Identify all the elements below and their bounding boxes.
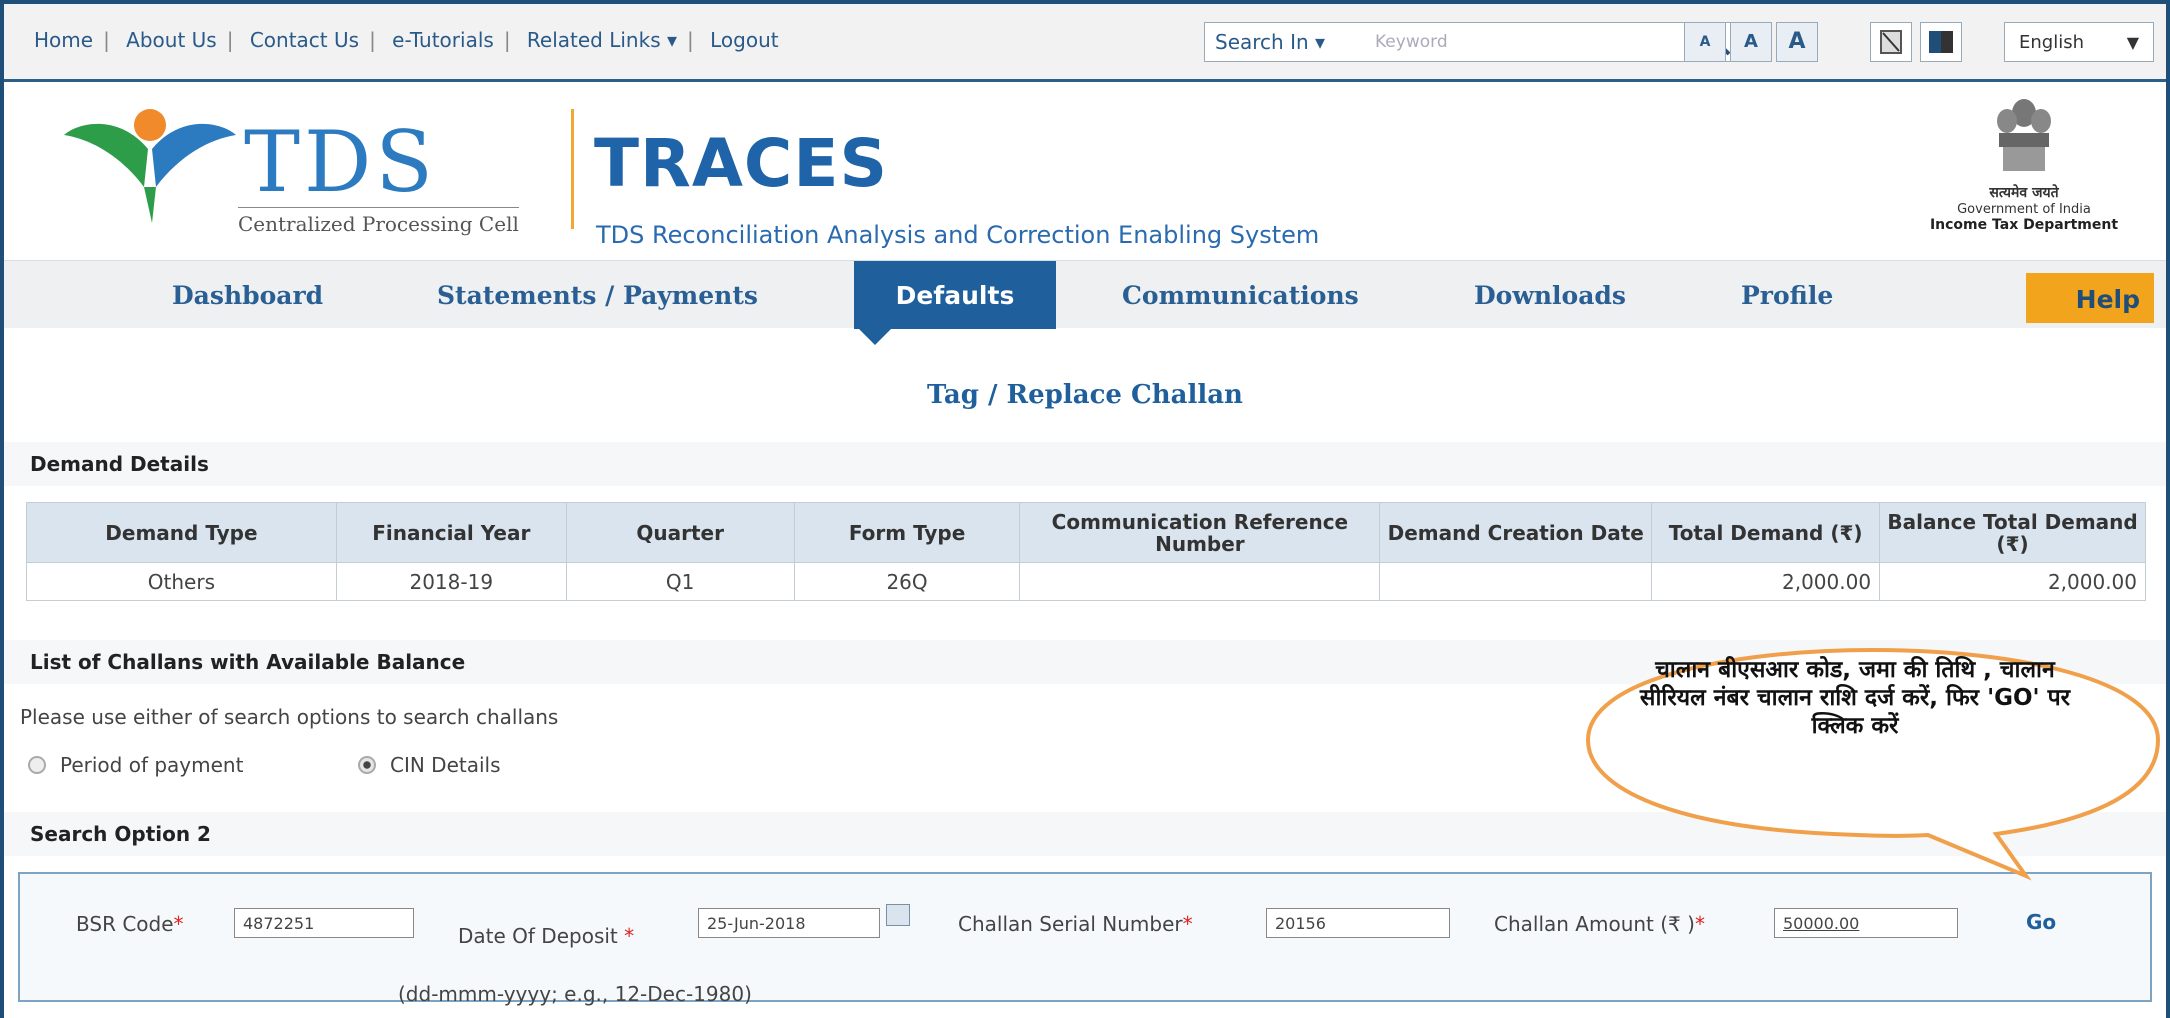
search-input[interactable]: Keyword <box>1375 32 1448 52</box>
cell-form-type: 26Q <box>793 562 1021 601</box>
demand-details-heading: Demand Details <box>4 442 2166 486</box>
challan-serial-input[interactable]: 20156 <box>1266 908 1450 938</box>
search-hint: Please use either of search options to s… <box>20 705 559 729</box>
brand-header: TDS Centralized Processing Cell TRACES T… <box>4 85 2166 260</box>
table-row: Others 2018-19 Q1 26Q 2,000.00 2,000.00 <box>26 562 2146 601</box>
bsr-code-input[interactable]: 4872251 <box>234 908 414 938</box>
cell-demand-creation-date <box>1379 562 1653 601</box>
govt-emblem: सत्यमेव जयते Government of India Income … <box>1904 95 2144 233</box>
font-large-button[interactable]: A <box>1776 22 1818 62</box>
nav-profile[interactable]: Profile <box>1741 281 1833 310</box>
radio-period-label: Period of payment <box>60 753 244 777</box>
language-select[interactable]: English ▼ <box>2004 22 2154 62</box>
radio-cin-details[interactable]: CIN Details <box>358 753 501 777</box>
callout-text: चालान बीएसआर कोड, जमा की तिथि , चालान सी… <box>1639 657 2071 740</box>
radio-unselected-icon[interactable] <box>28 756 46 774</box>
challan-amount-input[interactable]: 50000.00 <box>1774 908 1958 938</box>
brand-divider <box>571 109 574 229</box>
font-small-button[interactable]: A <box>1684 22 1726 62</box>
nav-dashboard[interactable]: Dashboard <box>172 281 323 310</box>
nav-downloads[interactable]: Downloads <box>1474 281 1626 310</box>
radio-cin-label: CIN Details <box>390 753 501 777</box>
tds-wordmark: TDS <box>244 113 437 211</box>
col-financial-year: Financial Year <box>335 502 567 563</box>
table-header-row: Demand Type Financial Year Quarter Form … <box>26 502 2146 563</box>
main-nav: Dashboard Statements / Payments Defaults… <box>4 260 2166 345</box>
tds-logo-icon <box>64 109 236 223</box>
col-quarter: Quarter <box>565 502 795 563</box>
nav-defaults[interactable]: Defaults <box>854 261 1056 329</box>
cell-financial-year: 2018-19 <box>335 562 567 601</box>
traces-title: TRACES <box>594 125 888 202</box>
contrast-icon[interactable] <box>1870 22 1912 62</box>
go-button[interactable]: Go <box>2026 910 2056 934</box>
ashoka-emblem-icon <box>1997 99 2051 171</box>
font-medium-button[interactable]: A <box>1730 22 1772 62</box>
related-links-menu[interactable]: Related Links ▾ <box>527 28 677 52</box>
nav-communications[interactable]: Communications <box>1122 281 1359 310</box>
about-us-link[interactable]: About Us <box>126 28 217 52</box>
col-demand-type: Demand Type <box>26 502 337 563</box>
date-of-deposit-label: Date Of Deposit * <box>458 924 635 948</box>
logout-link[interactable]: Logout <box>710 28 778 52</box>
nav-help[interactable]: Help <box>2026 273 2154 323</box>
col-form-type: Form Type <box>793 502 1021 563</box>
radio-selected-icon[interactable] <box>358 756 376 774</box>
cell-total-demand: 2,000.00 <box>1651 562 1881 601</box>
top-links-bar: Home | About Us | Contact Us | e-Tutorials |… <box>4 4 2166 82</box>
col-demand-creation-date: Demand Creation Date <box>1379 502 1653 563</box>
traces-subtitle: TDS Reconciliation Analysis and Correcti… <box>596 221 1320 249</box>
col-total-demand: Total Demand (₹) <box>1651 502 1881 563</box>
date-of-deposit-input[interactable]: 25-Jun-2018 <box>698 908 880 938</box>
challan-serial-label: Challan Serial Number* <box>958 912 1193 936</box>
cell-demand-type: Others <box>26 562 337 601</box>
nav-active-indicator <box>859 329 891 345</box>
top-links: Home | About Us | Contact Us | e-Tutorials |… <box>34 28 779 52</box>
radio-period-of-payment[interactable]: Period of payment <box>28 753 243 777</box>
search-box: Search In ▾ Keyword <box>1204 22 1744 62</box>
home-link[interactable]: Home <box>34 28 93 52</box>
bsr-code-label: BSR Code* <box>76 912 184 936</box>
nav-statements-payments[interactable]: Statements / Payments <box>437 281 758 310</box>
challan-amount-label: Challan Amount (₹ )* <box>1494 912 1705 936</box>
theme-icon[interactable] <box>1920 22 1962 62</box>
emblem-motto: सत्यमेव जयते <box>1989 185 2059 201</box>
income-tax-dept-label: Income Tax Department <box>1929 217 2119 233</box>
cell-balance-total-demand: 2,000.00 <box>1879 562 2146 601</box>
search-in-dropdown[interactable]: Search In ▾ <box>1215 30 1325 54</box>
calendar-icon[interactable] <box>886 904 910 926</box>
cell-quarter: Q1 <box>565 562 795 601</box>
cpc-label: Centralized Processing Cell <box>238 207 519 236</box>
col-communication-ref: Communication Reference Number <box>1019 502 1381 563</box>
e-tutorials-link[interactable]: e-Tutorials <box>392 28 494 52</box>
date-format-hint: (dd-mmm-yyyy; e.g., 12-Dec-1980) <box>398 982 752 1006</box>
govt-of-india-label: Government of India <box>1957 202 2091 217</box>
cell-communication-ref <box>1019 562 1381 601</box>
page-title: Tag / Replace Challan <box>927 380 1243 410</box>
contact-us-link[interactable]: Contact Us <box>250 28 359 52</box>
col-balance-total-demand: Balance Total Demand (₹) <box>1879 502 2146 563</box>
demand-table: Demand Type Financial Year Quarter Form … <box>26 502 2146 601</box>
